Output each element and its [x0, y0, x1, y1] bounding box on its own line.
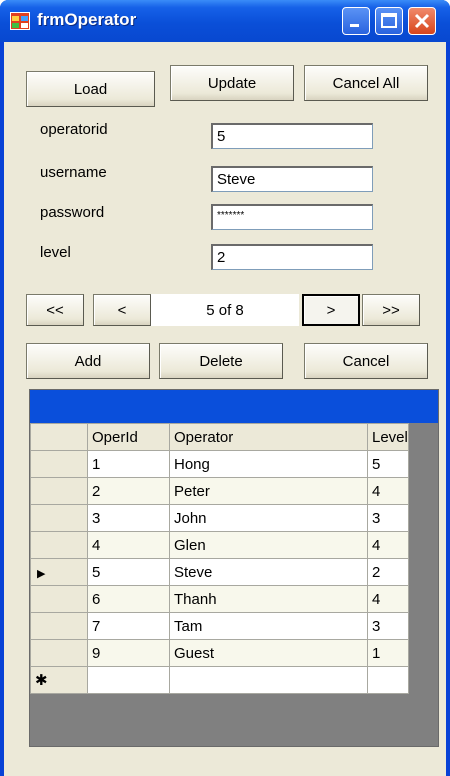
operators-grid[interactable]: OperId Operator Level 1 Hong 5 2 Peter 4 3 John…	[29, 389, 439, 747]
table-row[interactable]: 3 John 3	[30, 504, 409, 532]
minimize-button[interactable]	[342, 7, 370, 35]
cell-operid[interactable]: 5	[87, 558, 170, 586]
cell-level[interactable]: 2	[367, 558, 409, 586]
cell-level[interactable]: 5	[367, 450, 409, 478]
password-label: password	[40, 204, 105, 221]
username-label: username	[40, 164, 107, 181]
row-header[interactable]	[30, 639, 88, 667]
minimize-icon	[350, 24, 359, 27]
update-button[interactable]: Update	[170, 65, 294, 101]
new-row[interactable]: ✱	[30, 666, 409, 694]
username-field[interactable]: Steve	[211, 166, 373, 192]
close-icon	[414, 13, 430, 29]
current-row-arrow-icon: ▶	[37, 567, 46, 580]
form-icon	[10, 12, 30, 30]
cell-operid[interactable]: 6	[87, 585, 170, 613]
cell-level[interactable]: 4	[367, 585, 409, 613]
cell-operator[interactable]: Glen	[169, 531, 368, 559]
next-record-button[interactable]: >	[302, 294, 360, 326]
row-header[interactable]: ▶	[30, 558, 88, 586]
cell-operid[interactable]: 9	[87, 639, 170, 667]
cell-level[interactable]: 3	[367, 612, 409, 640]
row-header[interactable]	[30, 477, 88, 505]
maximize-icon	[381, 13, 397, 28]
first-record-button[interactable]: <<	[26, 294, 84, 326]
cell-operator[interactable]: Guest	[169, 639, 368, 667]
column-header-operid[interactable]: OperId	[87, 423, 170, 451]
operatorid-field[interactable]: 5	[211, 123, 373, 149]
cell-level[interactable]: 3	[367, 504, 409, 532]
row-header[interactable]	[30, 585, 88, 613]
cell-operator[interactable]: Steve	[169, 558, 368, 586]
new-row-star-icon: ✱	[35, 672, 48, 689]
load-button[interactable]: Load	[26, 71, 155, 107]
delete-button[interactable]: Delete	[159, 343, 283, 379]
record-position: 5 of 8	[151, 294, 299, 326]
table-row[interactable]: 7 Tam 3	[30, 612, 409, 640]
table-row[interactable]: 9 Guest 1	[30, 639, 409, 667]
operators-table: OperId Operator Level 1 Hong 5 2 Peter 4 3 John…	[30, 423, 409, 694]
add-button[interactable]: Add	[26, 343, 150, 379]
table-row[interactable]: 4 Glen 4	[30, 531, 409, 559]
row-header[interactable]: ✱	[30, 666, 88, 694]
level-label: level	[40, 244, 71, 261]
new-row-cell[interactable]	[169, 666, 368, 694]
operatorid-label: operatorid	[40, 121, 108, 138]
cell-operid[interactable]: 7	[87, 612, 170, 640]
password-field[interactable]: *******	[211, 204, 373, 230]
cancel-all-button[interactable]: Cancel All	[304, 65, 428, 101]
cancel-button[interactable]: Cancel	[304, 343, 428, 379]
table-row[interactable]: 2 Peter 4	[30, 477, 409, 505]
new-row-cell[interactable]	[87, 666, 170, 694]
table-row[interactable]: 6 Thanh 4	[30, 585, 409, 613]
new-row-cell[interactable]	[367, 666, 409, 694]
table-row[interactable]: 1 Hong 5	[30, 450, 409, 478]
cell-level[interactable]: 4	[367, 531, 409, 559]
row-header[interactable]	[30, 531, 88, 559]
cell-operator[interactable]: John	[169, 504, 368, 532]
grid-caption-bar	[30, 390, 438, 423]
cell-operid[interactable]: 2	[87, 477, 170, 505]
column-header-operator[interactable]: Operator	[169, 423, 368, 451]
level-field[interactable]: 2	[211, 244, 373, 270]
table-row[interactable]: ▶ 5 Steve 2	[30, 558, 409, 586]
cell-operid[interactable]: 1	[87, 450, 170, 478]
column-header-level[interactable]: Level	[367, 423, 409, 451]
row-header[interactable]	[30, 504, 88, 532]
cell-operator[interactable]: Thanh	[169, 585, 368, 613]
row-header[interactable]	[30, 612, 88, 640]
cell-operator[interactable]: Hong	[169, 450, 368, 478]
last-record-button[interactable]: >>	[362, 294, 420, 326]
cell-operid[interactable]: 3	[87, 504, 170, 532]
title-bar[interactable]: frmOperator	[0, 0, 450, 42]
close-button[interactable]	[408, 7, 436, 35]
previous-record-button[interactable]: <	[93, 294, 151, 326]
cell-operator[interactable]: Tam	[169, 612, 368, 640]
operator-window: frmOperator Load Update Cancel All opera…	[0, 0, 450, 776]
row-header-corner[interactable]	[30, 423, 88, 451]
row-header[interactable]	[30, 450, 88, 478]
cell-operator[interactable]: Peter	[169, 477, 368, 505]
cell-level[interactable]: 4	[367, 477, 409, 505]
window-title: frmOperator	[37, 10, 137, 29]
cell-operid[interactable]: 4	[87, 531, 170, 559]
form-client-area: Load Update Cancel All operatorid 5 user…	[4, 42, 446, 776]
cell-level[interactable]: 1	[367, 639, 409, 667]
maximize-button[interactable]	[375, 7, 403, 35]
